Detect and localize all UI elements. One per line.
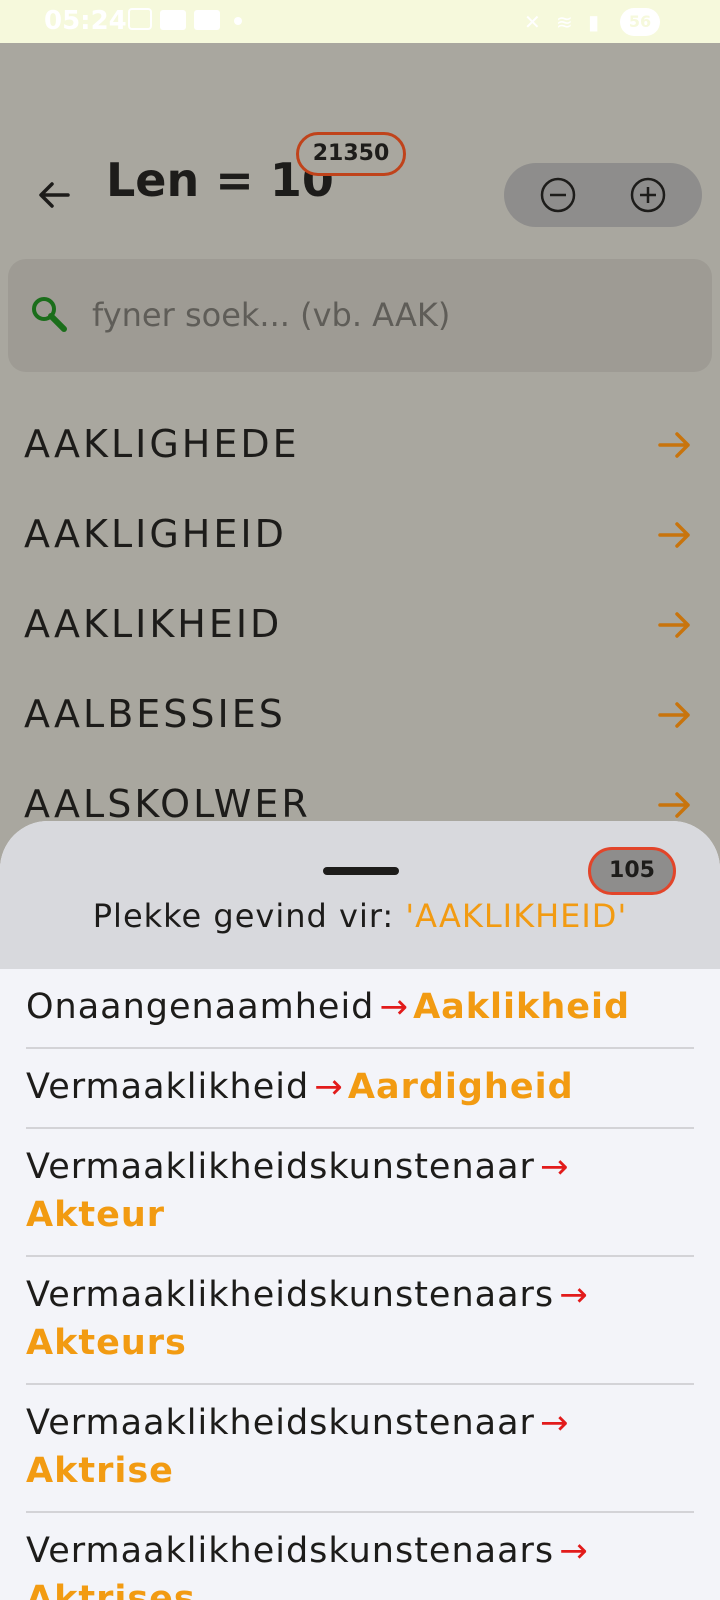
word-label: AAKLIGHEDE [24, 422, 300, 466]
word-label: AAKLIGHEID [24, 512, 287, 556]
word-label: AAKLIKHEID [24, 602, 283, 646]
word-list: AAKLIGHEDE AAKLIGHEID AAKLIKHEID AALBESS… [0, 400, 720, 850]
list-item[interactable]: Vermaaklikheidskunstenaars → Akteurs [26, 1257, 694, 1385]
list-item[interactable]: Vermaaklikheidskunstenaars → Aktrises [26, 1513, 694, 1600]
arrow-right-icon: → [314, 1067, 343, 1107]
result-target: Akteur [26, 1195, 166, 1235]
result-target: Akteurs [26, 1323, 187, 1363]
arrow-right-icon [658, 792, 690, 818]
word-count-badge: 21350 [296, 132, 406, 176]
youtube-icon [160, 10, 186, 30]
battery-icon: 56 [620, 8, 660, 36]
length-stepper [504, 163, 702, 227]
list-item[interactable]: AAKLIGHEID [0, 490, 720, 580]
youtube-icon [194, 10, 220, 30]
sheet-title-word: 'AAKLIKHEID' [405, 897, 628, 935]
search-icon [30, 295, 68, 333]
results-bottom-sheet: 105 Plekke gevind vir: 'AAKLIKHEID' Onaa… [0, 821, 720, 1600]
minus-circle-icon [540, 177, 576, 213]
list-item[interactable]: Vermaaklikheidskunstenaar → Akteur [26, 1129, 694, 1257]
result-source: Vermaaklikheidskunstenaars [26, 1531, 555, 1571]
list-item[interactable]: AALBESSIES [0, 670, 720, 760]
system-icons: ✕ ≋ ▮ 56 [524, 8, 660, 36]
arrow-left-icon [39, 182, 70, 208]
word-label: AALBESSIES [24, 692, 286, 736]
decrease-length-button[interactable] [540, 177, 576, 213]
arrow-right-icon: → [559, 1531, 588, 1571]
list-item[interactable]: Vermaaklikheid → Aardigheid [26, 1049, 694, 1129]
search-input[interactable] [90, 289, 684, 341]
result-source: Vermaaklikheidskunstenaar [26, 1147, 535, 1187]
result-target: Aardigheid [347, 1067, 574, 1107]
list-item[interactable]: AAKLIGHEDE [0, 400, 720, 490]
sheet-title-prefix: Plekke gevind vir: [92, 897, 406, 935]
signal-icon: ▮ [588, 10, 600, 34]
list-item[interactable]: AAKLIKHEID [0, 580, 720, 670]
arrow-right-icon [658, 432, 690, 458]
status-bar: 05:24 ✕ ≋ ▮ 56 [0, 0, 720, 43]
result-target: Aktrise [26, 1451, 174, 1491]
result-source: Onaangenaamheid [26, 987, 375, 1027]
screenshot-icon [128, 8, 152, 30]
arrow-right-icon [658, 702, 690, 728]
results-count-badge: 105 [588, 847, 676, 895]
list-item[interactable]: Onaangenaamheid → Aaklikheid [26, 969, 694, 1049]
result-target: Aktrises [26, 1579, 196, 1600]
result-source: Vermaaklikheidskunstenaars [26, 1275, 555, 1315]
arrow-right-icon: → [559, 1275, 588, 1315]
result-source: Vermaaklikheidskunstenaar [26, 1403, 535, 1443]
result-source: Vermaaklikheid [26, 1067, 310, 1107]
drag-handle[interactable] [323, 867, 399, 875]
wifi-icon: ≋ [556, 10, 573, 34]
word-label: AALSKOLWER [24, 782, 311, 826]
more-notifications-icon [234, 17, 242, 25]
arrow-right-icon [658, 612, 690, 638]
arrow-right-icon [658, 522, 690, 548]
arrow-right-icon: → [379, 987, 408, 1027]
sheet-header: 105 Plekke gevind vir: 'AAKLIKHEID' [0, 821, 720, 969]
search-bar [8, 259, 712, 372]
increase-length-button[interactable] [630, 177, 666, 213]
sheet-title: Plekke gevind vir: 'AAKLIKHEID' [0, 897, 720, 935]
list-item[interactable]: Vermaaklikheidskunstenaar → Aktrise [26, 1385, 694, 1513]
notification-icons [128, 8, 242, 30]
result-target: Aaklikheid [413, 987, 631, 1027]
back-button[interactable] [34, 175, 74, 215]
mute-icon: ✕ [524, 10, 541, 34]
result-list: Onaangenaamheid → Aaklikheid Vermaaklikh… [26, 969, 694, 1600]
status-time: 05:24 [44, 6, 127, 36]
plus-circle-icon [630, 177, 666, 213]
arrow-right-icon: → [540, 1147, 569, 1187]
arrow-right-icon: → [540, 1403, 569, 1443]
